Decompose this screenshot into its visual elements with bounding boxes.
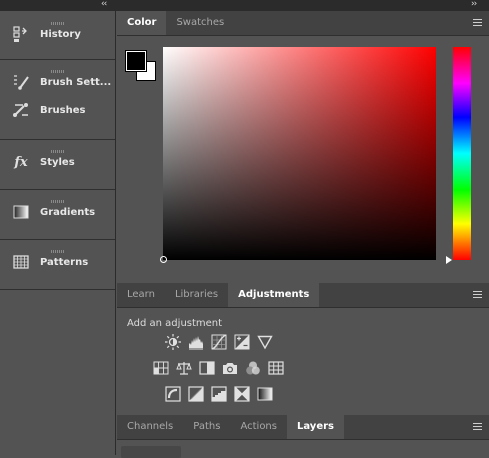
- adjustments-panel-tabbar: Learn Libraries Adjustments: [117, 283, 489, 308]
- tab-channels[interactable]: Channels: [117, 415, 183, 439]
- balance-icon[interactable]: [175, 359, 193, 377]
- gradient-map-icon[interactable]: [256, 385, 274, 403]
- posterize-icon[interactable]: [187, 385, 205, 403]
- black-white-icon[interactable]: [198, 359, 216, 377]
- dock-group-history: History: [0, 20, 115, 60]
- gradient-triangle-icon[interactable]: [256, 333, 274, 351]
- dock-group-styles: fx Styles: [0, 148, 115, 190]
- levels-icon[interactable]: [187, 333, 205, 351]
- adjustment-row-2: [152, 359, 290, 377]
- drag-grip[interactable]: [50, 250, 65, 253]
- exposure-icon[interactable]: [233, 333, 251, 351]
- dock-item-label: History: [40, 28, 81, 40]
- tab-layers[interactable]: Layers: [286, 415, 344, 439]
- channel-mixer-icon[interactable]: [244, 359, 262, 377]
- invert-icon[interactable]: [164, 385, 182, 403]
- vibrance-icon[interactable]: [152, 359, 170, 377]
- color-panel: Color Swatches: [117, 11, 489, 280]
- styles-fx-icon: fx: [14, 154, 28, 170]
- adjustment-row-3: [164, 385, 279, 403]
- color-saturation-brightness-field[interactable]: [160, 47, 436, 263]
- tab-actions[interactable]: Actions: [230, 415, 287, 439]
- drag-grip[interactable]: [50, 70, 65, 73]
- color-lookup-icon[interactable]: [267, 359, 285, 377]
- photo-filter-icon[interactable]: [221, 359, 239, 377]
- drag-grip[interactable]: [50, 150, 65, 153]
- layer-filter-field[interactable]: [121, 446, 181, 458]
- tab-swatches[interactable]: Swatches: [166, 11, 234, 35]
- dock-item-label: Gradients: [40, 206, 96, 218]
- drag-grip[interactable]: [50, 200, 65, 203]
- hue-slider-marker[interactable]: [446, 256, 452, 264]
- layers-panel: Channels Paths Actions Layers: [117, 415, 489, 458]
- color-picker-marker[interactable]: [160, 256, 167, 263]
- dock-collapse-button[interactable]: ‹‹: [101, 0, 107, 9]
- brushes-icon: [12, 101, 30, 119]
- tab-libraries[interactable]: Libraries: [165, 283, 228, 307]
- dock-group-gradients: Gradients: [0, 198, 115, 240]
- tab-color[interactable]: Color: [117, 11, 167, 35]
- panel-menu-icon[interactable]: [473, 291, 482, 298]
- dock-item-brushes[interactable]: Brushes: [0, 96, 115, 124]
- selective-color-icon[interactable]: [233, 385, 251, 403]
- dock-item-label: Brushes: [40, 104, 86, 116]
- left-panel-dock: History Brush Sett... Brushes fx Styles: [0, 11, 116, 455]
- curves-icon[interactable]: [210, 333, 228, 351]
- history-icon: [12, 25, 30, 43]
- adjustments-panel: Learn Libraries Adjustments Add an adjus…: [117, 283, 489, 413]
- threshold-icon[interactable]: [210, 385, 228, 403]
- tab-adjustments[interactable]: Adjustments: [228, 283, 320, 307]
- dock-item-label: Styles: [40, 156, 75, 168]
- patterns-icon: [12, 253, 30, 271]
- hue-slider[interactable]: [446, 47, 471, 264]
- adjustment-row-1: [164, 333, 279, 351]
- adjustments-heading: Add an adjustment: [127, 318, 223, 329]
- panel-top-bar: ‹‹ ››: [0, 0, 489, 11]
- dock-item-label: Patterns: [40, 256, 89, 268]
- tab-paths[interactable]: Paths: [183, 415, 230, 439]
- panel-menu-icon[interactable]: [473, 19, 482, 26]
- dock-group-brushes: Brush Sett... Brushes: [0, 68, 115, 140]
- brush-settings-icon: [12, 73, 30, 91]
- layers-panel-body: [117, 440, 489, 458]
- drag-grip[interactable]: [50, 22, 65, 25]
- dock-group-patterns: Patterns: [0, 248, 115, 290]
- panels-collapse-button[interactable]: ››: [471, 0, 477, 9]
- layers-panel-tabbar: Channels Paths Actions Layers: [117, 415, 489, 440]
- tab-learn[interactable]: Learn: [117, 283, 165, 307]
- gradients-icon: [12, 203, 30, 221]
- dock-item-label: Brush Sett...: [40, 76, 112, 88]
- panel-menu-icon[interactable]: [473, 423, 482, 430]
- color-panel-tabbar: Color Swatches: [117, 11, 489, 36]
- brightness-contrast-icon[interactable]: [164, 333, 182, 351]
- foreground-color-swatch[interactable]: [126, 51, 146, 71]
